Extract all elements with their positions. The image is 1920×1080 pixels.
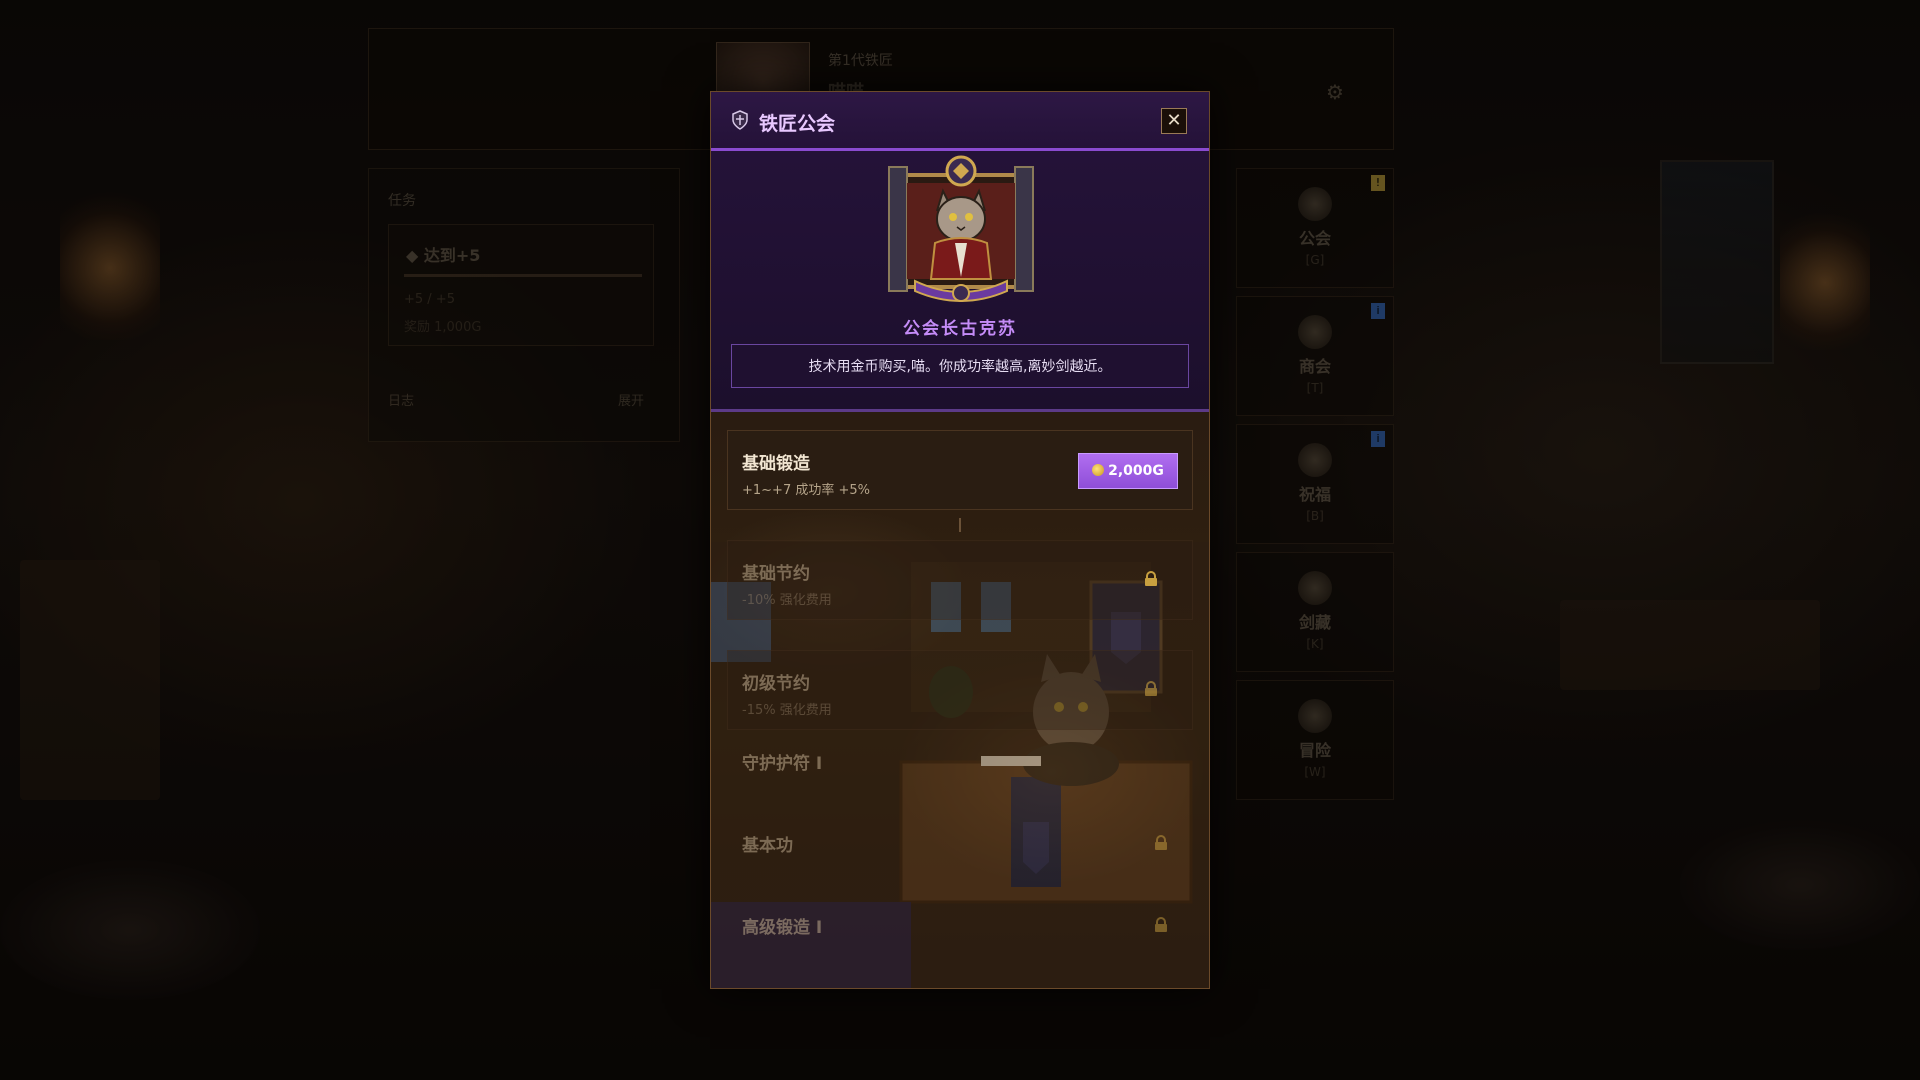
skill-card-beginner-saving[interactable]: 初级节约 -15% 强化费用 [727,650,1193,730]
skill-name: 守护护符 I [742,754,823,774]
modal-title: 铁匠公会 [759,113,836,135]
npc-dialogue: 技术用金币购买,喵。你成功率越高,离妙剑越近。 [731,344,1189,388]
skill-description: -15% 强化费用 [742,703,832,718]
skill-description: -10% 强化费用 [742,593,832,608]
guildmaster-cat-portrait [888,155,1034,302]
guild-modal: 铁匠公会 ✕ 公会长古克苏 技术用金币购买,喵。你成功率越高,离妙剑越近。 基础… [710,91,1210,989]
gold-coin-icon [1092,464,1105,476]
skill-name: 高级锻造 I [742,918,823,938]
skill-name: 基础节约 [742,564,810,584]
skill-description: +1~+7 成功率 +5% [742,483,871,498]
lock-icon [1145,681,1157,696]
skill-card-guardian-charm[interactable]: 守护护符 I [727,730,1193,810]
lock-icon [1155,835,1167,850]
lock-icon [1145,571,1157,586]
skill-card-fundamentals[interactable]: 基本功 [727,812,1193,892]
skill-name: 基础锻造 [742,454,810,474]
close-button[interactable]: ✕ [1161,108,1187,134]
npc-section: 公会长古克苏 技术用金币购买,喵。你成功率越高,离妙剑越近。 [711,151,1209,412]
skill-name: 初级节约 [742,674,810,694]
modal-header: 铁匠公会 ✕ [711,92,1209,151]
npc-name: 公会长古克苏 [903,319,1017,339]
shield-icon [732,110,748,130]
lock-icon [1155,917,1167,932]
skill-price: 2,000G [1108,463,1164,479]
skill-connector-line [959,518,961,532]
buy-skill-button[interactable]: 2,000G [1078,453,1178,489]
skill-card-basic-forging[interactable]: 基础锻造 +1~+7 成功率 +5% 2,000G [727,430,1193,510]
skill-card-basic-saving[interactable]: 基础节约 -10% 强化费用 [727,540,1193,620]
skill-card-advanced-forging[interactable]: 高级锻造 I [727,894,1193,974]
skill-name: 基本功 [742,836,793,856]
skill-tree[interactable]: 基础锻造 +1~+7 成功率 +5% 2,000G 基础节约 -10% 强化费用… [711,412,1209,988]
